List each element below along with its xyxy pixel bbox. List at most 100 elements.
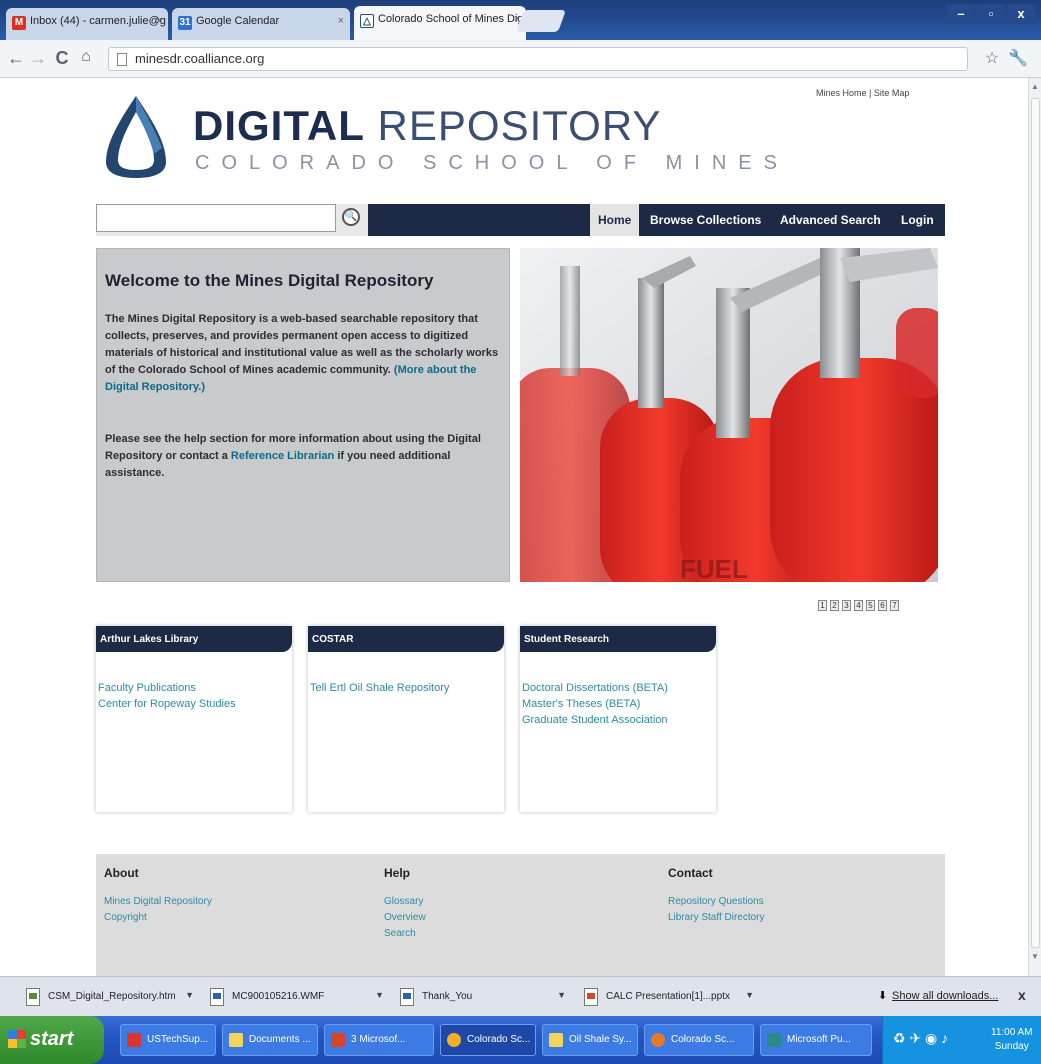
- site-title: DIGITAL REPOSITORY: [193, 102, 662, 149]
- nav-login[interactable]: Login: [901, 204, 934, 236]
- page-scrollbar[interactable]: ▲ ▼: [1028, 78, 1041, 976]
- pager-page[interactable]: 3: [842, 600, 851, 611]
- page-icon: [117, 53, 127, 66]
- taskbar-item[interactable]: Microsoft Pu...: [760, 1024, 872, 1056]
- collection-link[interactable]: Doctoral Dissertations (BETA): [522, 682, 668, 694]
- taskbar-item[interactable]: Documents ...: [222, 1024, 318, 1056]
- folder-icon: [549, 1033, 563, 1047]
- taskbar-item[interactable]: Colorado Sc...: [644, 1024, 754, 1056]
- taskbar-item[interactable]: Oil Shale Sy...: [542, 1024, 638, 1056]
- tab-mines[interactable]: △ Colorado School of Mines Dig ×: [354, 6, 526, 40]
- download-arrow-icon: ⬇: [878, 990, 888, 1002]
- clock[interactable]: 11:00 AM Sunday: [991, 1026, 1033, 1054]
- wrench-icon[interactable]: 🔧: [1008, 48, 1028, 68]
- address-bar[interactable]: minesdr.coalliance.org: [108, 47, 968, 71]
- document-file-icon: [400, 988, 414, 1006]
- footer-link[interactable]: Search: [384, 926, 426, 942]
- new-tab-button[interactable]: [515, 10, 567, 32]
- restore-button[interactable]: ▫: [977, 4, 1005, 24]
- top-links[interactable]: Mines Home | Site Map: [816, 88, 909, 98]
- close-shelf-button[interactable]: x: [1018, 987, 1026, 1003]
- nav-home[interactable]: Home: [590, 204, 640, 236]
- close-icon[interactable]: ×: [156, 15, 162, 27]
- welcome-text: The Mines Digital Repository is a web-ba…: [105, 313, 499, 393]
- tab-title: Inbox (44) - carmen.julie@g: [30, 15, 166, 27]
- collection-link[interactable]: Faculty Publications: [98, 682, 196, 694]
- download-item[interactable]: CALC Presentation[1]...pptx ▼: [578, 985, 758, 1009]
- browser-tabstrip: M Inbox (44) - carmen.julie@g × 31 Googl…: [0, 0, 1041, 40]
- taskbar-item[interactable]: Colorado Sc...: [440, 1024, 536, 1056]
- pager-page[interactable]: 6: [878, 600, 887, 611]
- windows-taskbar: start USTechSup... Documents ... 3 Micro…: [0, 1016, 1041, 1064]
- pager-page[interactable]: 4: [854, 600, 863, 611]
- windows-logo-icon: [8, 1030, 26, 1048]
- tray-icons[interactable]: ♻ ✈ ◉ ♪: [893, 1030, 948, 1047]
- collection-link[interactable]: Center for Ropeway Studies: [98, 698, 236, 710]
- search-icon[interactable]: 🔍: [342, 208, 360, 226]
- chevron-down-icon[interactable]: ▼: [557, 990, 566, 1000]
- system-tray: ♻ ✈ ◉ ♪ 11:00 AM Sunday: [882, 1016, 1041, 1064]
- image-file-icon: [210, 988, 224, 1006]
- show-all-downloads-link[interactable]: Show all downloads...: [892, 990, 998, 1002]
- chevron-down-icon[interactable]: ▼: [375, 990, 384, 1000]
- chrome-icon: [447, 1033, 461, 1047]
- collection-costar: COSTAR Tell Ertl Oil Shale Repository: [308, 626, 504, 812]
- footer-link[interactable]: Mines Digital Repository: [104, 894, 212, 910]
- pager-page[interactable]: 1: [818, 600, 827, 611]
- footer: About Mines Digital Repository Copyright…: [96, 854, 945, 976]
- collection-heading: COSTAR: [308, 626, 504, 652]
- footer-link[interactable]: Overview: [384, 910, 426, 926]
- footer-link[interactable]: Repository Questions: [668, 894, 765, 910]
- footer-help: Help Glossary Overview Search: [384, 866, 426, 942]
- app-icon: [127, 1033, 141, 1047]
- collection-link[interactable]: Graduate Student Association: [522, 714, 668, 726]
- gmail-icon: M: [12, 16, 26, 30]
- footer-link[interactable]: Library Staff Directory: [668, 910, 765, 926]
- tab-title: Google Calendar: [196, 15, 280, 27]
- pager-page[interactable]: 2: [830, 600, 839, 611]
- footer-link[interactable]: Copyright: [104, 910, 212, 926]
- tab-gmail[interactable]: M Inbox (44) - carmen.julie@g ×: [6, 8, 168, 40]
- reload-icon[interactable]: C: [52, 48, 72, 69]
- search-area: 🔍: [96, 204, 368, 236]
- home-icon[interactable]: ⌂: [76, 48, 96, 66]
- forward-icon[interactable]: →: [28, 48, 48, 69]
- reference-librarian-link[interactable]: Reference Librarian: [231, 450, 334, 462]
- close-window-button[interactable]: x: [1007, 4, 1035, 24]
- collection-link[interactable]: Tell Ertl Oil Shale Repository: [310, 682, 449, 694]
- close-icon[interactable]: ×: [338, 15, 344, 27]
- taskbar-item[interactable]: USTechSup...: [120, 1024, 216, 1056]
- minimize-button[interactable]: –: [947, 4, 975, 24]
- back-icon[interactable]: ←: [6, 48, 26, 69]
- scroll-down-icon[interactable]: ▼: [1031, 952, 1039, 961]
- svg-text:FUEL: FUEL: [680, 554, 748, 582]
- chevron-down-icon[interactable]: ▼: [745, 990, 754, 1000]
- tab-calendar[interactable]: 31 Google Calendar ×: [172, 8, 350, 40]
- search-input[interactable]: [96, 204, 336, 232]
- start-button[interactable]: start: [0, 1016, 104, 1064]
- taskbar-item[interactable]: 3 Microsof...: [324, 1024, 434, 1056]
- star-icon[interactable]: ☆: [982, 48, 1002, 68]
- collection-student-research: Student Research Doctoral Dissertations …: [520, 626, 716, 812]
- download-item[interactable]: MC900105216.WMF ▼: [204, 985, 388, 1009]
- mines-logo-icon: △: [360, 14, 374, 28]
- window-controls: – ▫ x: [947, 4, 1035, 24]
- welcome-panel: Welcome to the Mines Digital Repository …: [96, 248, 510, 582]
- publisher-icon: [767, 1033, 781, 1047]
- pager-page[interactable]: 7: [890, 600, 899, 611]
- download-item[interactable]: Thank_You ▼: [394, 985, 570, 1009]
- collection-link[interactable]: Master's Theses (BETA): [522, 698, 640, 710]
- help-text: Please see the help section for more inf…: [105, 433, 481, 479]
- footer-link[interactable]: Glossary: [384, 894, 426, 910]
- nav-browse-collections[interactable]: Browse Collections: [650, 204, 761, 236]
- scroll-up-icon[interactable]: ▲: [1031, 82, 1039, 91]
- download-item[interactable]: CSM_Digital_Repository.htm ▼: [20, 985, 198, 1009]
- footer-heading: About: [104, 866, 139, 880]
- pager-page[interactable]: 5: [866, 600, 875, 611]
- scroll-thumb[interactable]: [1031, 98, 1040, 948]
- nav-advanced-search[interactable]: Advanced Search: [780, 204, 881, 236]
- chevron-down-icon[interactable]: ▼: [185, 990, 194, 1000]
- site-subtitle: COLORADO SCHOOL OF MINES: [195, 152, 789, 174]
- powerpoint-file-icon: [584, 988, 598, 1006]
- folder-icon: [229, 1033, 243, 1047]
